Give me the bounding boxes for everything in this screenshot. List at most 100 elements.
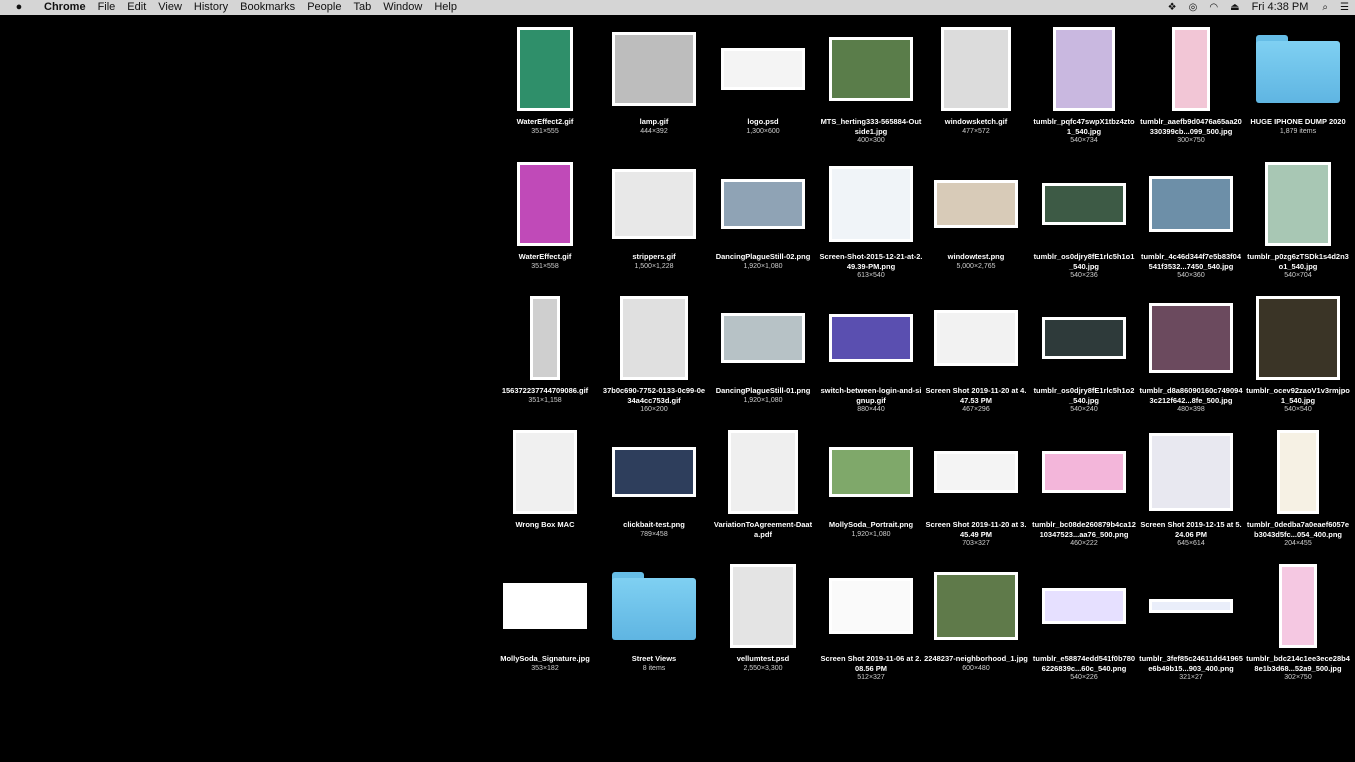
file-thumbnail[interactable]: [934, 180, 1018, 228]
thumbnail-area[interactable]: [817, 25, 925, 113]
file-thumbnail[interactable]: [1256, 296, 1340, 380]
file-thumbnail[interactable]: [1265, 162, 1331, 246]
thumbnail-area[interactable]: [600, 294, 708, 382]
desktop-file[interactable]: 37b0c690-7752-0133-0c99-0e34a4cc753d.gif…: [600, 294, 708, 414]
desktop-file[interactable]: MollySoda_Portrait.png 1,920×1,080: [817, 428, 925, 539]
desktop-file[interactable]: tumblr_os0djry8fE1rlc5h1o1_540.jpg 540×23…: [1030, 160, 1138, 280]
desktop-file[interactable]: tumblr_3fef85c24611dd41965e6b49b15...903…: [1137, 562, 1245, 682]
file-thumbnail[interactable]: [1149, 599, 1233, 613]
notification-center-icon[interactable]: ☰: [1340, 0, 1349, 15]
file-thumbnail[interactable]: [941, 27, 1011, 111]
file-thumbnail[interactable]: [1053, 27, 1115, 111]
desktop-file[interactable]: 2248237-neighborhood_1.jpg 600×480: [922, 562, 1030, 673]
thumbnail-area[interactable]: [1137, 562, 1245, 650]
desktop-file[interactable]: tumblr_ocev92zaoV1v3rmjpo1_540.jpg 540×54…: [1244, 294, 1352, 414]
file-thumbnail[interactable]: [934, 572, 1018, 640]
thumbnail-area[interactable]: [1030, 428, 1138, 516]
desktop-file[interactable]: tumblr_bc08de260879b4ca1210347523...aa76…: [1030, 428, 1138, 548]
file-thumbnail[interactable]: [730, 564, 796, 648]
file-thumbnail[interactable]: [1042, 451, 1126, 493]
file-thumbnail[interactable]: [517, 27, 573, 111]
thumbnail-area[interactable]: [1030, 562, 1138, 650]
desktop-file[interactable]: lamp.gif 444×392: [600, 25, 708, 136]
file-thumbnail[interactable]: [1149, 176, 1233, 232]
thumbnail-area[interactable]: [600, 160, 708, 248]
file-thumbnail[interactable]: [612, 32, 696, 106]
menu-view[interactable]: View: [152, 0, 188, 15]
thumbnail-area[interactable]: [491, 428, 599, 516]
menu-window[interactable]: Window: [377, 0, 428, 15]
file-thumbnail[interactable]: [517, 162, 573, 246]
thumbnail-area[interactable]: [709, 160, 817, 248]
file-thumbnail[interactable]: [721, 48, 805, 90]
thumbnail-area[interactable]: [491, 294, 599, 382]
thumbnail-area[interactable]: [922, 25, 1030, 113]
menu-people[interactable]: People: [301, 0, 347, 15]
desktop-file[interactable]: MTS_herting333-565884-Outside1.jpg 400×30…: [817, 25, 925, 145]
folder-icon[interactable]: [1256, 35, 1340, 103]
thumbnail-area[interactable]: [817, 428, 925, 516]
desktop-file[interactable]: DancingPlagueStill-02.png 1,920×1,080: [709, 160, 817, 271]
desktop-file[interactable]: Screen Shot 2019-11-06 at 2.08.56 PM 512×…: [817, 562, 925, 682]
desktop-file[interactable]: logo.psd 1,300×600: [709, 25, 817, 136]
thumbnail-area[interactable]: [1244, 294, 1352, 382]
menu-app-name[interactable]: Chrome: [38, 0, 92, 15]
file-thumbnail[interactable]: [829, 314, 913, 362]
thumbnail-area[interactable]: [1137, 160, 1245, 248]
file-thumbnail[interactable]: [620, 296, 688, 380]
thumbnail-area[interactable]: [1137, 25, 1245, 113]
file-thumbnail[interactable]: [513, 430, 577, 514]
file-thumbnail[interactable]: [829, 166, 913, 242]
desktop-file[interactable]: Wrong Box MAC: [491, 428, 599, 530]
desktop-file[interactable]: WaterEffect2.gif 351×555: [491, 25, 599, 136]
thumbnail-area[interactable]: [922, 562, 1030, 650]
desktop-folder[interactable]: Street Views 8 items: [600, 562, 708, 673]
thumbnail-area[interactable]: [1030, 294, 1138, 382]
file-thumbnail[interactable]: [1279, 564, 1317, 648]
thumbnail-area[interactable]: [600, 562, 708, 650]
file-thumbnail[interactable]: [612, 169, 696, 239]
file-thumbnail[interactable]: [1042, 317, 1126, 359]
file-thumbnail[interactable]: [829, 578, 913, 634]
desktop[interactable]: WaterEffect2.gif 351×555 lamp.gif 444×392 lo…: [0, 15, 1355, 762]
menu-tab[interactable]: Tab: [347, 0, 377, 15]
desktop-file[interactable]: clickbait-test.png 789×458: [600, 428, 708, 539]
file-thumbnail[interactable]: [1172, 27, 1210, 111]
desktop-file[interactable]: VariationToAgreement-Daata.pdf: [709, 428, 817, 539]
desktop-file[interactable]: tumblr_os0djry8fE1rlc5h1o2_540.jpg 540×24…: [1030, 294, 1138, 414]
thumbnail-area[interactable]: [1030, 160, 1138, 248]
file-thumbnail[interactable]: [934, 451, 1018, 493]
desktop-file[interactable]: tumblr_d8a86090160c7490943c212f642...8fe…: [1137, 294, 1245, 414]
wifi-icon[interactable]: ◠: [1209, 0, 1218, 15]
file-thumbnail[interactable]: [829, 37, 913, 101]
thumbnail-area[interactable]: [491, 160, 599, 248]
desktop-file[interactable]: Screen-Shot-2015-12-21-at-2.49.39-PM.png…: [817, 160, 925, 280]
thumbnail-area[interactable]: [709, 25, 817, 113]
desktop-file[interactable]: tumblr_4c46d344f7e5b83f04541f3532...7450…: [1137, 160, 1245, 280]
thumbnail-area[interactable]: [1244, 562, 1352, 650]
desktop-file[interactable]: DancingPlagueStill-01.png 1,920×1,080: [709, 294, 817, 405]
apple-menu-icon[interactable]: ●: [12, 0, 26, 15]
thumbnail-area[interactable]: [491, 562, 599, 650]
file-thumbnail[interactable]: [1149, 433, 1233, 511]
thumbnail-area[interactable]: [1137, 428, 1245, 516]
file-thumbnail[interactable]: [829, 447, 913, 497]
desktop-file[interactable]: switch-between-login-and-signup.gif 880×4…: [817, 294, 925, 414]
file-thumbnail[interactable]: [1042, 183, 1126, 225]
file-thumbnail[interactable]: [934, 310, 1018, 366]
desktop-file[interactable]: Screen Shot 2019-11-20 at 4.47.53 PM 467×…: [922, 294, 1030, 414]
desktop-folder[interactable]: HUGE IPHONE DUMP 2020 1,879 items: [1244, 25, 1352, 136]
desktop-file[interactable]: tumblr_e58874edd541f0b7806226839c...60c_…: [1030, 562, 1138, 682]
file-thumbnail[interactable]: [721, 313, 805, 363]
file-thumbnail[interactable]: [1149, 303, 1233, 373]
file-thumbnail[interactable]: [728, 430, 798, 514]
dropbox-icon[interactable]: ❖: [1168, 0, 1177, 15]
spotlight-search-icon[interactable]: ⌕: [1322, 0, 1328, 15]
creative-cloud-icon[interactable]: ◎: [1189, 0, 1198, 15]
desktop-file[interactable]: tumblr_aaefb9d0476a65aa20330399cb...099_…: [1137, 25, 1245, 145]
desktop-file[interactable]: vellumtest.psd 2,550×3,300: [709, 562, 817, 673]
thumbnail-area[interactable]: [817, 294, 925, 382]
menu-bookmarks[interactable]: Bookmarks: [234, 0, 301, 15]
thumbnail-area[interactable]: [922, 160, 1030, 248]
thumbnail-area[interactable]: [817, 562, 925, 650]
